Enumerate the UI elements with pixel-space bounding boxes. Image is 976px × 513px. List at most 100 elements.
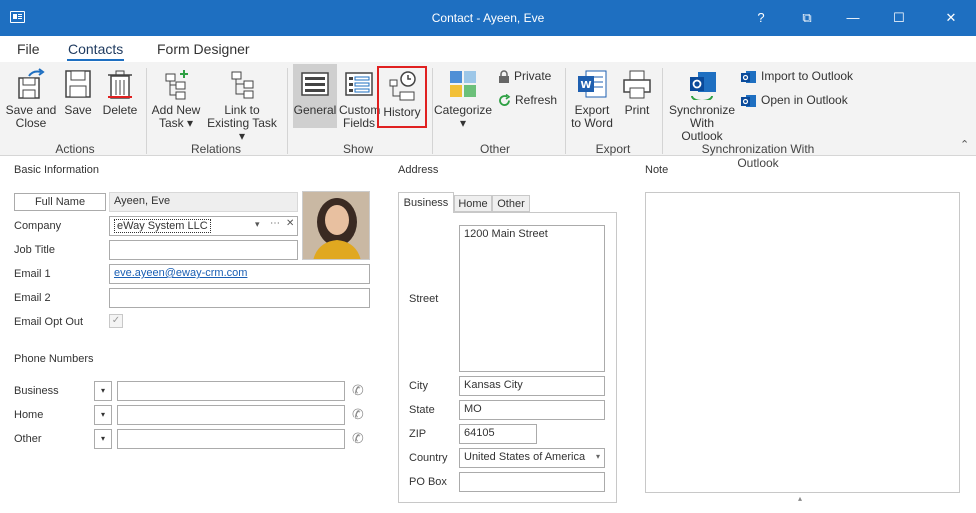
street-field[interactable]: 1200 Main Street — [459, 225, 605, 372]
phone-call-icon[interactable]: ✆ — [352, 430, 364, 447]
address-tab-other[interactable]: Other — [492, 195, 530, 212]
word-icon: W — [578, 70, 607, 98]
state-field[interactable]: MO — [459, 400, 605, 420]
phone-home-field[interactable] — [117, 405, 345, 425]
phone-other-field[interactable] — [117, 429, 345, 449]
export-to-word-button[interactable]: W Export to Word — [568, 68, 616, 130]
phone-home-label: Home — [14, 409, 44, 421]
tab-form-designer[interactable]: Form Designer — [157, 41, 250, 57]
city-field[interactable]: Kansas City — [459, 376, 605, 396]
group-export: Export — [595, 142, 631, 156]
po-box-field[interactable] — [459, 472, 605, 492]
categorize-button[interactable]: Categorize ▾ — [434, 68, 492, 130]
basic-info-title: Basic Information — [14, 164, 99, 176]
svg-text:W: W — [580, 80, 591, 91]
full-name-field[interactable]: Ayeen, Eve — [109, 192, 298, 212]
ribbon-separator — [565, 68, 566, 154]
zip-label: ZIP — [409, 428, 427, 440]
restore-layout-button[interactable]: ⧉ — [784, 0, 830, 36]
collapse-ribbon-icon[interactable]: ⌃ — [960, 138, 969, 151]
contact-photo[interactable] — [302, 191, 370, 260]
print-button[interactable]: Print — [618, 68, 656, 117]
phone-home-type-dropdown[interactable]: ▾ — [94, 405, 112, 425]
phone-business-label: Business — [14, 385, 59, 397]
save-button[interactable]: Save — [60, 68, 96, 117]
phone-call-icon[interactable]: ✆ — [352, 406, 364, 423]
phone-other-type-dropdown[interactable]: ▾ — [94, 429, 112, 449]
phone-call-icon[interactable]: ✆ — [352, 382, 364, 399]
delete-label: Delete — [102, 103, 138, 117]
private-button[interactable]: Private — [498, 69, 551, 84]
task-tree-add-icon — [165, 70, 188, 100]
tab-contacts[interactable]: Contacts — [68, 41, 123, 57]
phone-business-field[interactable] — [117, 381, 345, 401]
outlook-sync-icon — [690, 72, 716, 100]
help-button[interactable]: ? — [738, 0, 784, 36]
group-other: Other — [479, 142, 510, 156]
zip-field[interactable]: 64105 — [459, 424, 537, 444]
job-title-field[interactable] — [109, 240, 298, 260]
photo-portrait-icon — [303, 192, 369, 259]
close-button[interactable]: ✕ — [928, 0, 974, 36]
company-value: eWay System LLC — [114, 219, 211, 233]
country-value: United States of America — [464, 451, 586, 463]
link-existing-task-button[interactable]: Link to Existing Task ▾ — [204, 68, 280, 143]
save-label: Save — [64, 103, 92, 117]
history-button[interactable]: History — [377, 66, 427, 128]
phone-business-type-dropdown[interactable]: ▾ — [94, 381, 112, 401]
country-select[interactable]: United States of America ▾ — [459, 448, 605, 468]
refresh-icon — [499, 94, 511, 107]
state-label: State — [409, 404, 435, 416]
company-clear-icon[interactable]: ✕ — [286, 218, 294, 229]
ribbon-separator — [662, 68, 663, 154]
address-tab-home[interactable]: Home — [454, 195, 492, 212]
group-relations: Relations — [190, 142, 242, 156]
address-tab-business[interactable]: Business — [398, 192, 454, 213]
full-name-button[interactable]: Full Name — [14, 193, 106, 211]
categorize-icon — [450, 71, 476, 97]
ribbon-separator — [146, 68, 147, 154]
tab-file[interactable]: File — [17, 41, 40, 57]
phone-other-label: Other — [14, 433, 42, 445]
save-and-close-button[interactable]: Save and Close — [4, 68, 58, 130]
company-dropdown-icon[interactable]: ▾ — [255, 219, 260, 230]
custom-fields-line2: Fields — [342, 116, 375, 130]
general-button[interactable]: General — [293, 64, 337, 128]
refresh-button[interactable]: Refresh — [498, 93, 557, 107]
email2-field[interactable] — [109, 288, 370, 308]
custom-fields-button[interactable]: Custom Fields — [339, 68, 380, 130]
address-title: Address — [398, 164, 439, 176]
note-textarea[interactable] — [645, 192, 960, 493]
custom-fields-icon — [345, 72, 373, 96]
po-box-label: PO Box — [409, 476, 447, 488]
print-label: Print — [624, 103, 650, 117]
email1-field[interactable]: eve.ayeen@eway-crm.com — [109, 264, 370, 284]
email-opt-out-label: Email Opt Out — [14, 316, 84, 328]
company-more-icon[interactable]: ⋯ — [270, 218, 280, 229]
splitter-handle-icon[interactable]: ▴ — [798, 494, 802, 503]
note-title: Note — [645, 164, 669, 176]
email1-value[interactable]: eve.ayeen@eway-crm.com — [114, 267, 247, 279]
open-in-outlook-button[interactable]: Open in Outlook — [741, 93, 848, 108]
email-opt-out-checkbox[interactable]: ✓ — [109, 314, 123, 328]
ribbon-separator — [287, 68, 288, 154]
categorize-dropdown: ▾ — [459, 116, 467, 130]
history-label: History — [383, 105, 421, 119]
history-clock-icon — [389, 71, 416, 101]
company-label: Company — [14, 220, 62, 232]
group-actions: Actions — [55, 142, 95, 156]
job-title-label: Job Title — [14, 244, 55, 256]
import-to-outlook-button[interactable]: Import to Outlook — [741, 69, 853, 84]
maximize-button[interactable]: ☐ — [876, 0, 922, 36]
delete-button[interactable]: Delete — [100, 68, 140, 117]
minimize-button[interactable]: — — [830, 0, 876, 36]
add-new-task-button[interactable]: Add New Task ▾ — [150, 68, 202, 130]
general-label: General — [293, 103, 337, 117]
chevron-down-icon: ▾ — [595, 452, 600, 461]
printer-icon — [623, 70, 651, 99]
outlook-import-icon — [741, 70, 756, 83]
email1-label: Email 1 — [14, 268, 51, 280]
ribbon-separator — [432, 68, 433, 154]
sync-outlook-button[interactable]: Synchronize With Outlook — [668, 68, 736, 143]
save-and-close-line2: Close — [15, 116, 47, 130]
